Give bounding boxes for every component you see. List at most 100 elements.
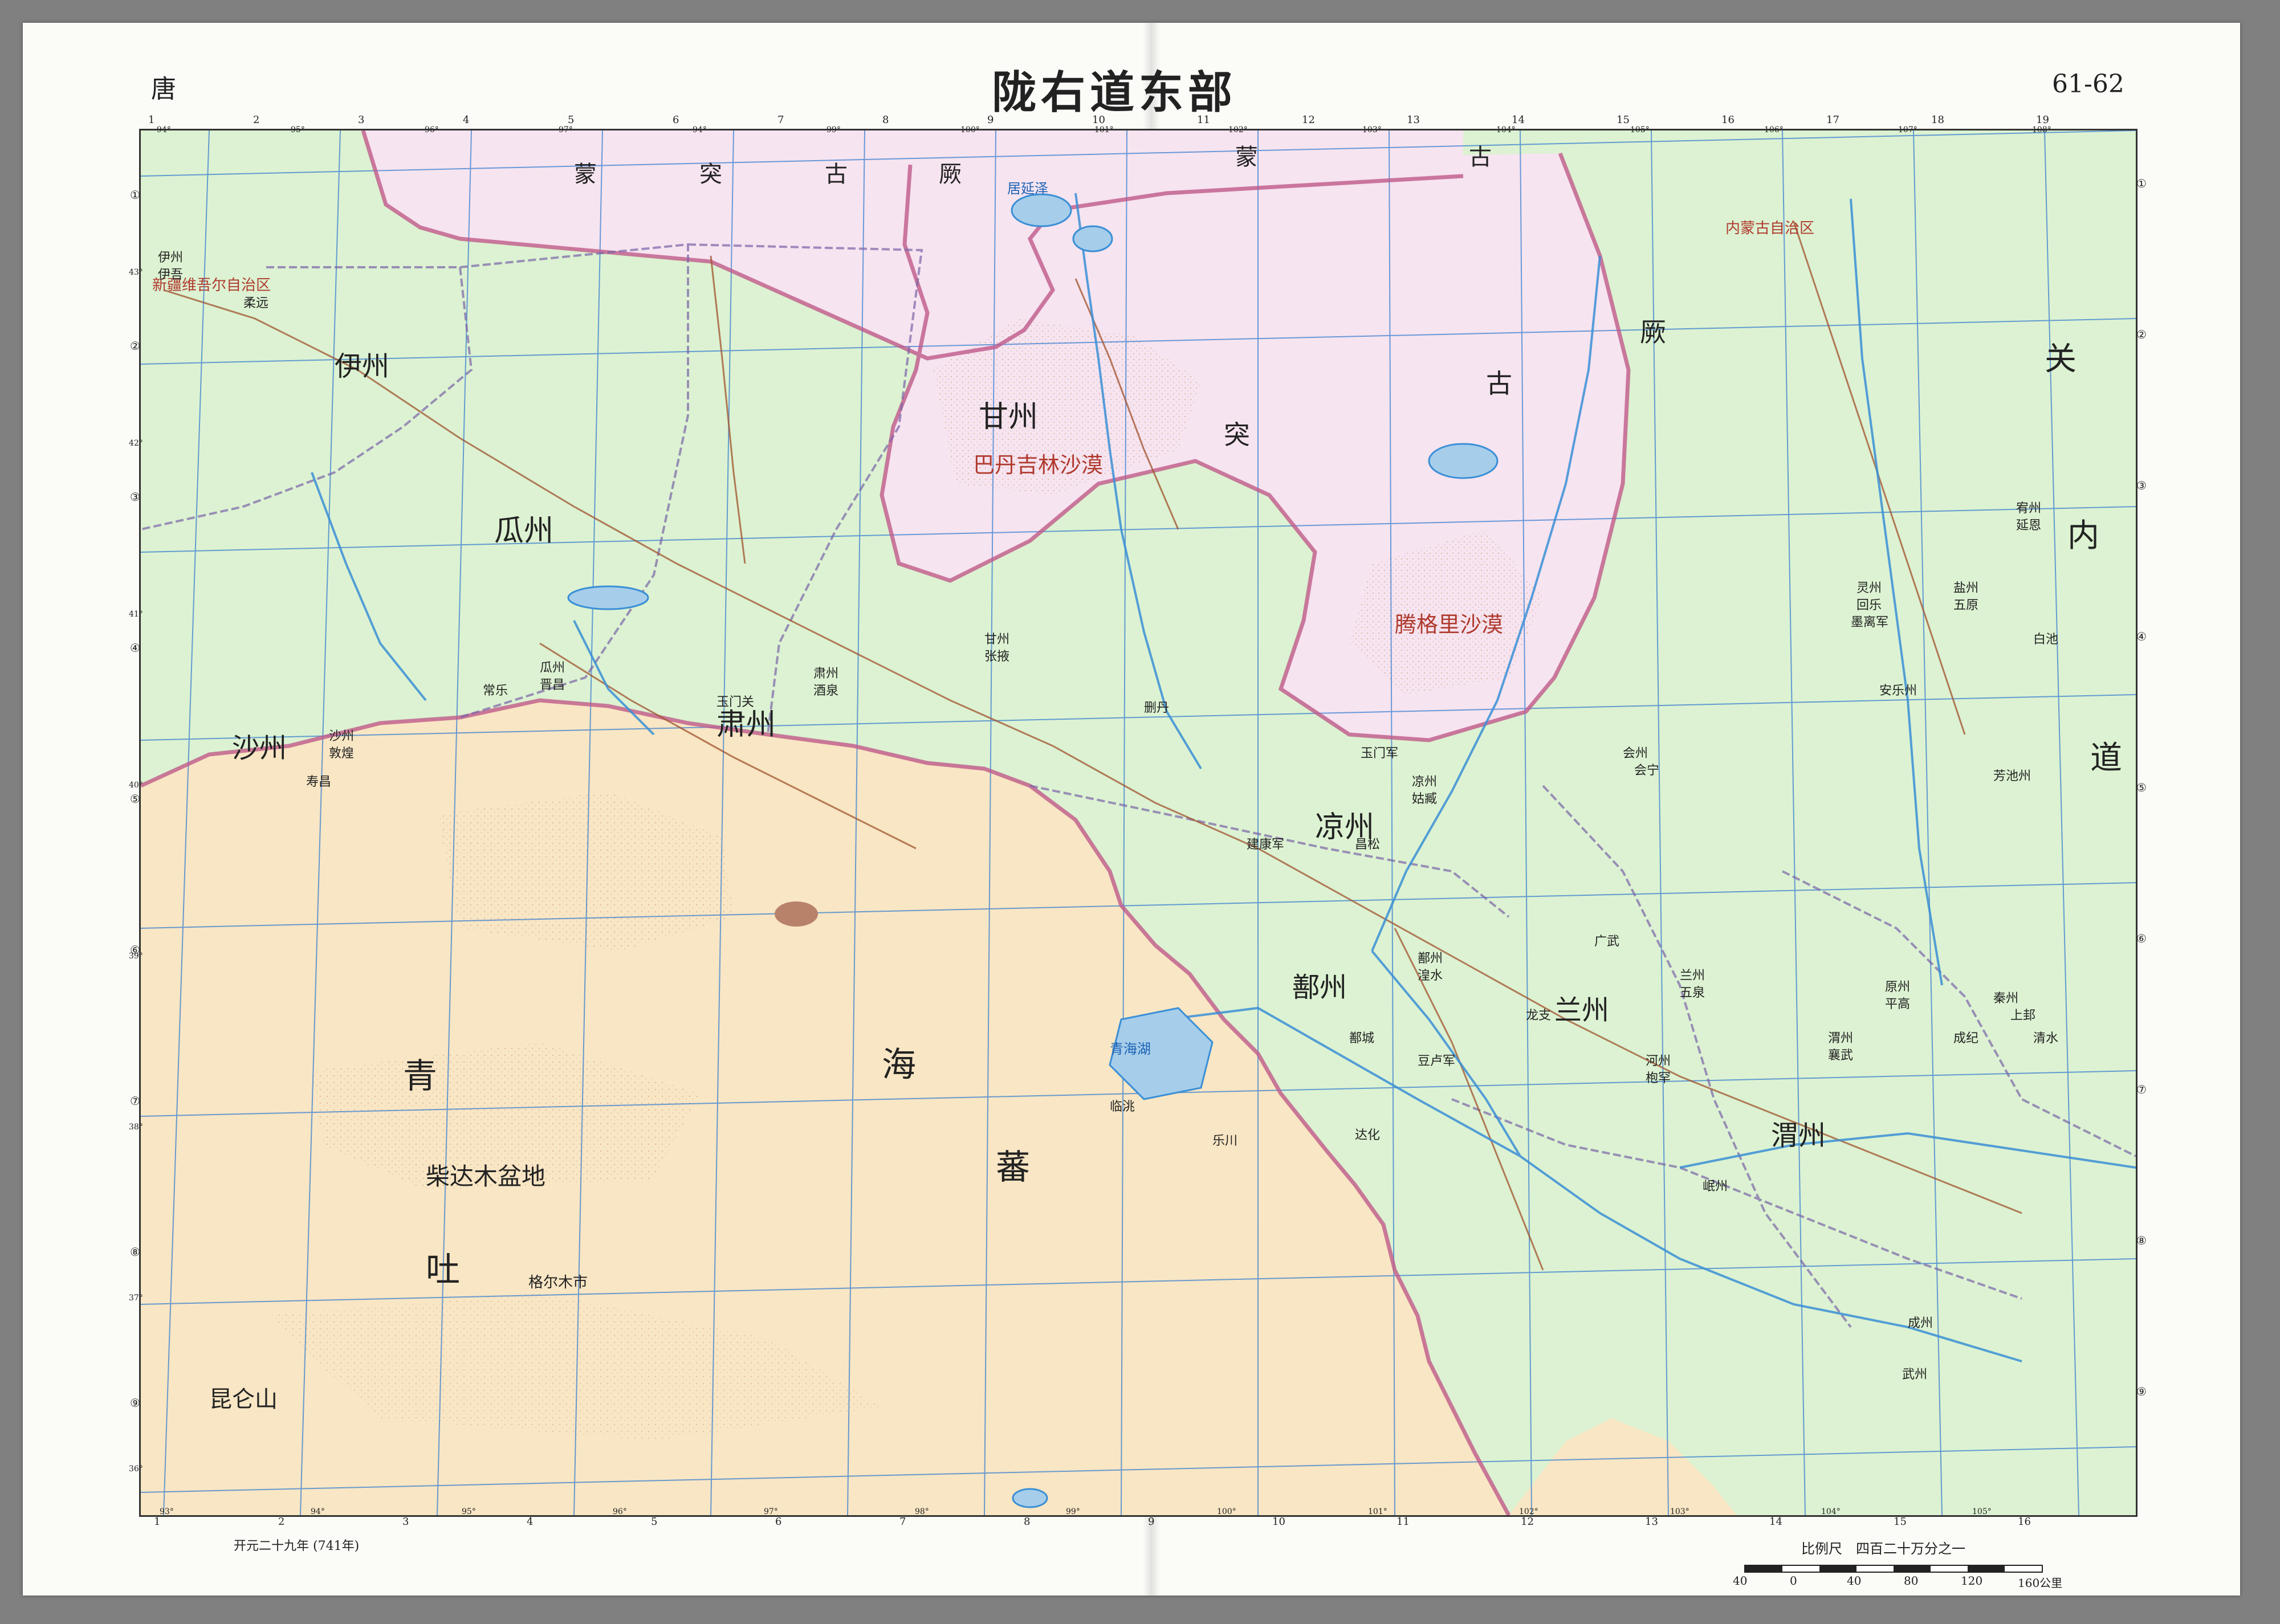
grid-top-number: 12 <box>1302 114 1315 126</box>
place-pinggao: 平高 <box>1885 997 1910 1011</box>
place-wuquan: 五泉 <box>1680 986 1705 1000</box>
label-qinghai-hai: 海 <box>882 1045 916 1085</box>
grid-bottom-number: 14 <box>1769 1516 1782 1528</box>
place-fuhan: 枹罕 <box>1646 1071 1671 1086</box>
label-yi-zhou: 伊州 <box>335 350 389 382</box>
label-wei-zhou: 渭州 <box>1771 1120 1826 1152</box>
place-shancheng: 鄯城 <box>1349 1031 1374 1046</box>
grid-bottom-number: 6 <box>775 1516 782 1528</box>
grid-bottom-number: 7 <box>899 1516 906 1528</box>
label-qaidam: 柴达木盆地 <box>426 1162 545 1190</box>
label-mongol-5: 古 <box>1486 368 1512 399</box>
grid-bottom-degree: 104° <box>1821 1507 1841 1516</box>
dynasty-label: 唐 <box>151 75 176 104</box>
scale-tick: 120 <box>1961 1574 1983 1588</box>
grid-top-degree: 102° <box>1228 125 1248 134</box>
label-guannei-dao: 道 <box>2090 740 2122 777</box>
label-kunlun: 昆仑山 <box>209 1386 278 1413</box>
grid-right-number: ② <box>2136 328 2147 341</box>
grid-bottom-degree: 100° <box>1217 1507 1236 1516</box>
place-shazhou: 沙州 <box>329 729 354 744</box>
grid-top-degree: 99° <box>826 125 841 134</box>
grid-top-degree: 97° <box>559 125 573 134</box>
label-tujue-4: 厥 <box>1640 317 1666 348</box>
grid-left-number: ⑧ <box>130 1245 140 1259</box>
place-huizhou: 会州 <box>1623 746 1648 761</box>
label-tujue-3: 突 <box>1224 419 1250 450</box>
grid-left-number: ① <box>130 188 140 202</box>
footer-date-note: 开元二十九年 (741年) <box>234 1539 360 1553</box>
south-lake <box>1012 1488 1048 1508</box>
place-wuyuan: 五原 <box>1953 598 1978 613</box>
place-shouchang: 寿昌 <box>306 775 331 789</box>
place-longzhi: 龙支 <box>1526 1009 1551 1023</box>
grid-bottom-degree: 103° <box>1670 1507 1689 1516</box>
grid-top-degree: 103° <box>1362 125 1382 134</box>
place-minzhou: 岷州 <box>1703 1180 1728 1194</box>
grid-top-number: 14 <box>1512 114 1525 126</box>
grid-bottom-number: 1 <box>154 1516 161 1528</box>
map-frame[interactable]: 蒙 突 古 厥 蒙 古 突 古 厥 海 青 蕃 吐 关 内 道 甘州 瓜州 肃州… <box>139 129 2138 1517</box>
place-chiling: 乐川 <box>1212 1134 1237 1148</box>
grid-left-number: ⑨ <box>130 1396 140 1410</box>
label-geermu: 格尔木市 <box>528 1274 588 1291</box>
place-guangwu: 广武 <box>1594 935 1619 949</box>
place-weizhou: 渭州 <box>1828 1031 1853 1046</box>
grid-bottom-number: 5 <box>651 1516 658 1528</box>
label-qinghai-lake: 青海湖 <box>1110 1041 1151 1057</box>
place-fangchi: 芳池州 <box>1993 769 2031 784</box>
grid-bottom-degree: 105° <box>1972 1507 1992 1516</box>
grid-bottom-number: 16 <box>2018 1516 2031 1528</box>
grid-top-number: 9 <box>987 114 994 126</box>
grid-bottom-number: 2 <box>278 1516 285 1528</box>
place-liangzhou: 凉州 <box>1412 775 1437 789</box>
grid-right-number: ③ <box>2136 479 2147 492</box>
grid-left-number: ⑤ <box>130 792 140 806</box>
label-mongol-1: 蒙 <box>574 161 597 187</box>
place-yuanzhou: 原州 <box>1885 980 1910 994</box>
grid-top-number: 11 <box>1197 114 1210 126</box>
grid-left-number: ③ <box>130 490 140 504</box>
grid-top-number: 19 <box>2036 114 2049 126</box>
grid-top-number: 4 <box>463 114 470 126</box>
place-chengzhou: 成州 <box>1908 1316 1933 1331</box>
label-sha-zhou: 沙州 <box>232 732 287 764</box>
label-badain-jaran: 巴丹吉林沙漠 <box>973 452 1103 478</box>
label-tengger: 腾格里沙漠 <box>1395 612 1503 637</box>
page-title: 陇右道东部 <box>992 67 1237 119</box>
label-lan-zhou: 兰州 <box>1554 994 1609 1026</box>
place-shuofang-jiedushi: 墨离军 <box>1851 615 1888 630</box>
grid-top-number: 2 <box>253 114 260 126</box>
place-yizhou: 伊州 <box>158 251 183 265</box>
grid-left-number: ② <box>130 339 140 353</box>
grid-top-number: 8 <box>882 114 889 126</box>
place-anlezhou: 安乐州 <box>1879 684 1917 698</box>
label-gan-zhou: 甘州 <box>979 400 1038 434</box>
grid-bottom-degree: 93° <box>160 1507 174 1516</box>
place-yumenguan: 玉门关 <box>716 695 754 709</box>
label-su-zhou: 肃州 <box>716 708 776 742</box>
grid-left-degree: 41° <box>129 610 143 619</box>
label-gua-zhou: 瓜州 <box>494 514 553 548</box>
grid-right-number: ④ <box>2136 630 2147 643</box>
grid-left-degree: 43° <box>129 268 143 277</box>
scale-bar-block: 比例尺 四百二十万分之一 40 0 40 80 120 160公里 <box>1727 1537 2080 1590</box>
map-canvas[interactable]: 蒙 突 古 厥 蒙 古 突 古 厥 海 青 蕃 吐 关 内 道 甘州 瓜州 肃州… <box>141 130 2136 1515</box>
grid-left-number: ④ <box>130 641 140 655</box>
grid-bottom-degree: 101° <box>1368 1507 1387 1516</box>
place-changle: 常乐 <box>483 684 508 698</box>
place-jinchang: 晋昌 <box>540 678 565 692</box>
grid-top-degree: 96° <box>425 125 439 134</box>
hala-lake <box>775 901 818 927</box>
place-huile: 回乐 <box>1856 598 1882 613</box>
grid-top-number: 17 <box>1826 114 1839 126</box>
baiting-lake <box>1428 443 1499 479</box>
scale-tick: 160公里 <box>2018 1576 2063 1590</box>
scale-title: 比例尺 四百二十万分之一 <box>1801 1541 1965 1557</box>
grid-bottom-degree: 94° <box>311 1507 325 1516</box>
grid-top-degree: 95° <box>291 125 305 134</box>
grid-bottom-degree: 102° <box>1519 1507 1538 1516</box>
label-tubo-bo: 蕃 <box>996 1148 1030 1188</box>
scale-bar <box>1744 1565 2043 1573</box>
label-shan-zhou: 鄯州 <box>1292 972 1347 1003</box>
